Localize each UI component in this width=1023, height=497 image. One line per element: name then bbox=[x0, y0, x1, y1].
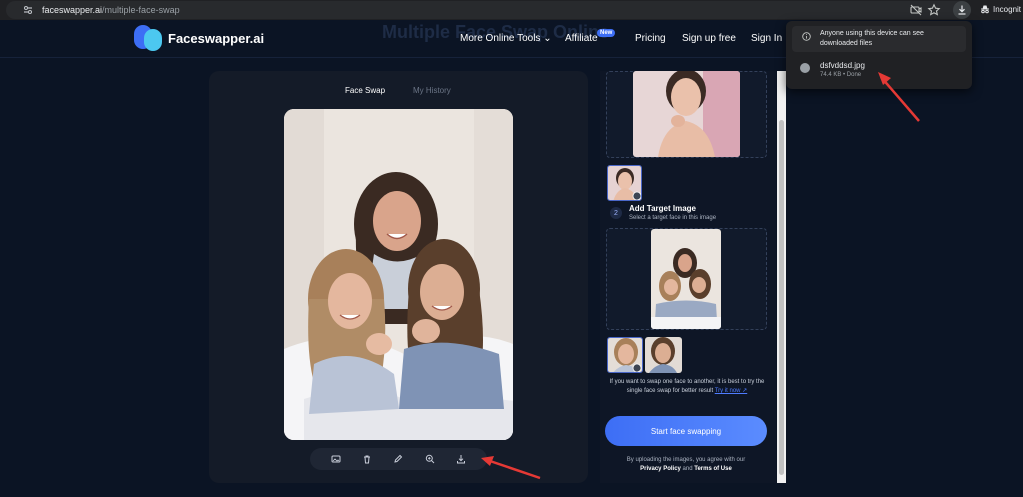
download-icon[interactable] bbox=[456, 454, 466, 464]
editor-panel: Face Swap My History bbox=[209, 71, 588, 483]
url-text: faceswapper.ai/multiple-face-swap bbox=[42, 5, 180, 15]
site-settings-icon[interactable] bbox=[22, 4, 34, 16]
target-face-thumbnail-1[interactable] bbox=[607, 337, 643, 373]
result-image bbox=[284, 109, 513, 440]
step-title: Add Target Image bbox=[629, 204, 696, 213]
try-it-now-link[interactable]: Try it now ↗ bbox=[715, 388, 747, 394]
logo-mark-icon bbox=[134, 24, 162, 52]
trash-icon[interactable] bbox=[362, 454, 372, 464]
nav-more-tools[interactable]: More Online Tools ⌄ bbox=[460, 33, 552, 44]
new-badge: New bbox=[597, 29, 616, 37]
terms-and: and bbox=[682, 466, 693, 472]
image-toolbar bbox=[310, 448, 487, 470]
downloaded-file-name[interactable]: dsfvddsd.jpg bbox=[820, 61, 865, 70]
target-face-thumbnail-2[interactable] bbox=[645, 337, 682, 373]
star-bookmark-icon[interactable] bbox=[927, 3, 941, 17]
annotation-arrow-popup bbox=[878, 72, 920, 122]
edit-icon[interactable] bbox=[393, 454, 403, 464]
step-number: 2 bbox=[610, 207, 622, 219]
profile-label: Incognit bbox=[993, 4, 1022, 14]
target-image-preview bbox=[651, 229, 721, 329]
nav-signup[interactable]: Sign up free bbox=[682, 33, 736, 44]
zoom-in-icon[interactable] bbox=[425, 454, 435, 464]
scrollbar-thumb[interactable] bbox=[779, 120, 784, 475]
file-icon bbox=[800, 63, 810, 73]
download-toolbar-button[interactable] bbox=[953, 1, 971, 19]
browser-toolbar: faceswapper.ai/multiple-face-swap Incogn… bbox=[0, 0, 1023, 20]
terms-prefix: By uploading the images, you agree with … bbox=[626, 457, 746, 463]
url-path: /multiple-face-swap bbox=[102, 5, 180, 15]
tab-my-history[interactable]: My History bbox=[413, 86, 451, 95]
terms-of-use-link[interactable]: Terms of Use bbox=[694, 466, 732, 472]
privacy-policy-link[interactable]: Privacy Policy bbox=[640, 466, 681, 472]
nav-signin[interactable]: Sign In bbox=[751, 33, 782, 44]
nav-affiliate[interactable]: Affiliate bbox=[565, 33, 598, 44]
url-domain: faceswapper.ai bbox=[42, 5, 103, 15]
notice-text: Anyone using this device can see downloa… bbox=[820, 30, 924, 47]
site-logo[interactable]: Faceswapper.ai bbox=[134, 24, 264, 52]
annotation-arrow-download bbox=[481, 456, 541, 480]
info-icon bbox=[802, 32, 811, 41]
step-subtitle: Select a target face in this image bbox=[629, 215, 717, 221]
camera-off-icon[interactable] bbox=[909, 3, 923, 17]
downloaded-file-status: 74.4 KB • Done bbox=[820, 72, 862, 78]
nav-more-tools-label: More Online Tools bbox=[460, 33, 541, 44]
single-swap-hint: If you want to swap one face to another,… bbox=[608, 378, 766, 396]
chevron-down-icon: ⌄ bbox=[543, 33, 552, 44]
logo-text: Faceswapper.ai bbox=[168, 30, 265, 46]
tab-face-swap[interactable]: Face Swap bbox=[345, 86, 385, 95]
downloads-notice: Anyone using this device can see downloa… bbox=[792, 26, 966, 52]
download-icon bbox=[958, 5, 966, 15]
incognito-indicator[interactable]: Incognit bbox=[980, 4, 1021, 14]
address-bar[interactable]: faceswapper.ai/multiple-face-swap bbox=[6, 1, 968, 19]
source-face-thumbnail[interactable] bbox=[607, 165, 642, 201]
start-face-swapping-button[interactable]: Start face swapping bbox=[605, 416, 767, 446]
nav-pricing[interactable]: Pricing bbox=[635, 33, 666, 44]
terms-notice: By uploading the images, you agree with … bbox=[608, 456, 764, 474]
incognito-icon bbox=[981, 5, 989, 14]
source-face-preview bbox=[633, 71, 740, 157]
image-icon[interactable] bbox=[331, 454, 341, 464]
